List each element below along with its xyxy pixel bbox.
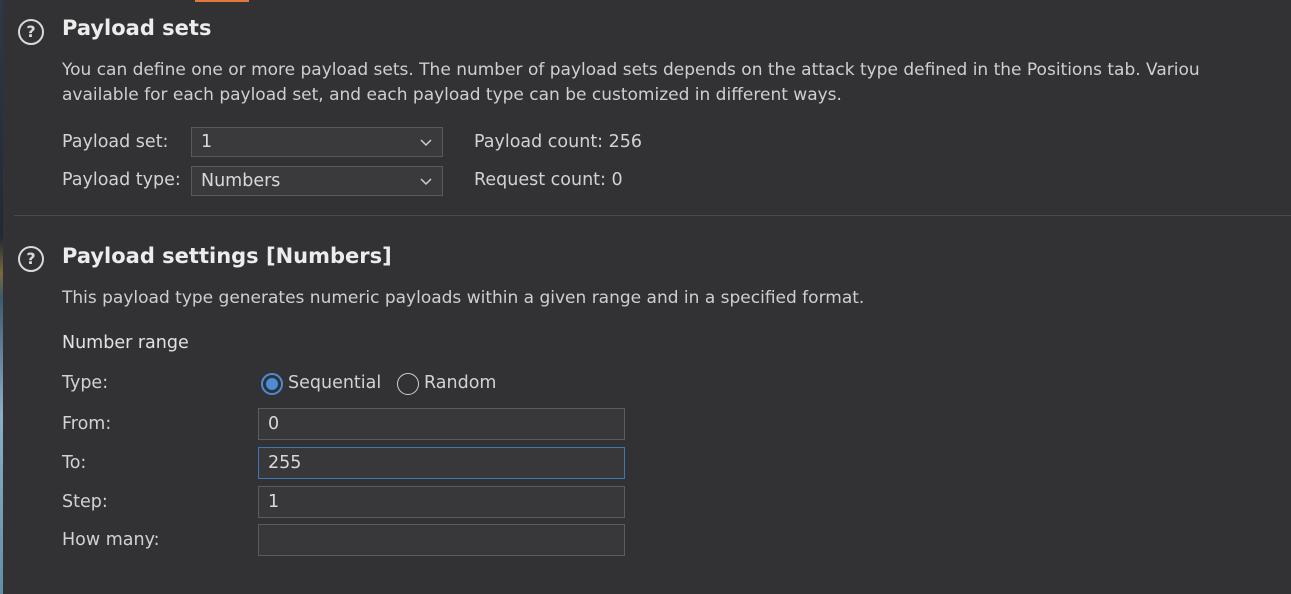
sequential-radio[interactable] <box>261 373 283 395</box>
window-edge <box>0 0 3 594</box>
payload-sets-description-line2: available for each payload set, and each… <box>62 85 842 105</box>
payload-set-select[interactable]: 1 <box>191 127 443 157</box>
payload-settings-title: Payload settings [Numbers] <box>62 244 392 268</box>
payload-settings-description: This payload type generates numeric payl… <box>62 288 865 308</box>
number-range-heading: Number range <box>62 333 189 353</box>
payload-count-text: Payload count: 256 <box>474 132 643 152</box>
chevron-down-icon <box>420 178 432 186</box>
type-label: Type: <box>62 373 109 393</box>
request-count-text: Request count: 0 <box>474 170 623 190</box>
step-input[interactable] <box>258 486 625 518</box>
random-radio-label[interactable]: Random <box>424 373 496 393</box>
payload-type-label: Payload type: <box>62 170 181 190</box>
help-icon[interactable]: ? <box>18 19 44 45</box>
from-input[interactable] <box>258 408 625 440</box>
payload-sets-description-line1: You can define one or more payload sets.… <box>62 60 1200 80</box>
sequential-radio-label[interactable]: Sequential <box>288 373 381 393</box>
payload-set-value: 1 <box>201 132 213 152</box>
active-tab-indicator <box>195 0 249 2</box>
to-input[interactable] <box>258 447 625 479</box>
how-many-label: How many: <box>62 530 160 550</box>
help-icon[interactable]: ? <box>18 246 44 272</box>
random-radio[interactable] <box>397 373 419 395</box>
payload-type-select[interactable]: Numbers <box>191 166 443 196</box>
payload-set-label: Payload set: <box>62 132 169 152</box>
from-label: From: <box>62 414 112 434</box>
payload-sets-title: Payload sets <box>62 16 212 40</box>
payload-type-value: Numbers <box>201 171 281 191</box>
payloads-panel: ? Payload sets You can define one or mor… <box>0 0 1291 594</box>
how-many-input[interactable] <box>258 524 625 556</box>
step-label: Step: <box>62 492 108 512</box>
chevron-down-icon <box>420 139 432 147</box>
to-label: To: <box>62 453 87 473</box>
section-divider <box>14 215 1291 216</box>
